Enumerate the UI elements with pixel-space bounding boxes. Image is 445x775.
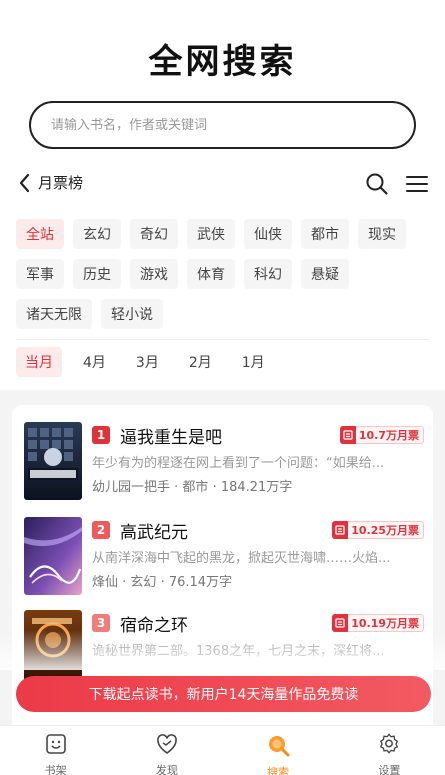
book-word-count: 76.14万字 <box>168 575 233 590</box>
search-icon[interactable] <box>365 172 389 196</box>
category-tag[interactable]: 现实 <box>358 219 406 249</box>
category-tag[interactable]: 体育 <box>187 259 235 289</box>
menu-icon[interactable] <box>405 172 429 196</box>
rank-badge: 2 <box>92 521 110 539</box>
bookshelf-icon <box>45 733 67 759</box>
back-button[interactable]: 月票榜 <box>18 172 83 193</box>
book-author: 烽仙 <box>92 575 119 590</box>
book-author: 幼儿园一把手 <box>92 480 171 495</box>
monthly-ticket-badge: 10.7万月票 <box>339 425 424 444</box>
book-description: 从南洋深海中飞起的黑龙，掀起灭世海啸……火焰... <box>92 551 391 566</box>
bottom-tab-bar: 书架 发现 搜索 设置 <box>0 725 445 775</box>
ticket-icon <box>332 520 349 539</box>
category-tag[interactable]: 科幻 <box>244 259 292 289</box>
tab-label: 发现 <box>155 764 178 775</box>
month-tab[interactable]: 当月 <box>16 347 62 377</box>
category-tag[interactable]: 奇幻 <box>130 219 178 249</box>
tab-settings[interactable]: 设置 <box>334 726 445 775</box>
book-description: 年少有为的程逐在网上看到了一个问题：“如果给... <box>92 456 385 471</box>
month-tab[interactable]: 3月 <box>127 347 168 377</box>
chevron-left-icon <box>19 173 30 192</box>
tab-discover[interactable]: 发现 <box>111 726 222 775</box>
book-title[interactable]: 高武纪元 <box>120 518 188 543</box>
tab-bookshelf[interactable]: 书架 <box>0 726 111 775</box>
book-item[interactable]: 1 逼我重生是吧 10.7万月票年少有为的程逐在网上看到了一个问题：“如果给... 幼… <box>24 422 424 506</box>
search-box[interactable] <box>29 101 416 149</box>
list-fade <box>0 630 445 670</box>
month-tab[interactable]: 1月 <box>233 347 274 377</box>
tab-label: 书架 <box>44 764 67 775</box>
nav-row: 月票榜 <box>0 170 445 202</box>
tab-label: 设置 <box>378 764 401 775</box>
month-tab[interactable]: 4月 <box>74 347 115 377</box>
monthly-ticket-badge: 10.25万月票 <box>332 520 424 539</box>
book-meta: 幼儿园一把手 · 都市 · 184.21万字 <box>92 480 293 495</box>
tab-search[interactable]: 搜索 <box>223 726 334 775</box>
ticket-count: 10.25万月票 <box>351 524 419 537</box>
category-tag[interactable]: 全站 <box>16 219 64 249</box>
book-word-count: 184.21万字 <box>220 480 293 495</box>
search-icon <box>266 733 290 761</box>
discover-icon <box>156 733 178 759</box>
book-item[interactable]: 2 高武纪元 10.25万月票从南洋深海中飞起的黑龙，掀起灭世海啸……火焰... 烽仙… <box>24 517 424 601</box>
category-tag[interactable]: 诸天无限 <box>16 299 92 329</box>
month-filter: 当月 4月 3月 2月 1月 <box>16 347 274 377</box>
ticket-icon <box>339 425 356 444</box>
book-meta: 烽仙 · 玄幻 · 76.14万字 <box>92 575 233 590</box>
category-tag[interactable]: 仙侠 <box>244 219 292 249</box>
category-tag[interactable]: 轻小说 <box>101 299 163 329</box>
page-title: 全网搜索 <box>148 42 297 82</box>
book-genre: 玄幻 <box>130 575 157 590</box>
search-input[interactable] <box>51 117 391 133</box>
category-tag[interactable]: 历史 <box>73 259 121 289</box>
rank-badge: 1 <box>92 426 110 444</box>
settings-icon <box>378 733 400 759</box>
tab-label: 搜索 <box>267 766 290 775</box>
ticket-count: 10.7万月票 <box>358 429 419 442</box>
month-tab[interactable]: 2月 <box>180 347 221 377</box>
category-tag[interactable]: 军事 <box>16 259 64 289</box>
ticket-icon <box>332 613 349 632</box>
book-cover[interactable] <box>24 422 82 500</box>
category-tag[interactable]: 武侠 <box>187 219 235 249</box>
category-tag[interactable]: 悬疑 <box>301 259 349 289</box>
category-tag[interactable]: 都市 <box>301 219 349 249</box>
ranking-label: 月票榜 <box>38 174 84 192</box>
ticket-count: 10.19万月票 <box>351 617 419 630</box>
category-tags: 全站 玄幻 奇幻 武侠 仙侠 都市 现实军事 历史 游戏 体育 科幻 悬疑诸天无限 轻小说 <box>16 219 431 329</box>
category-tag[interactable]: 游戏 <box>130 259 178 289</box>
divider <box>16 339 429 340</box>
category-tag[interactable]: 玄幻 <box>73 219 121 249</box>
download-banner-button[interactable]: 下载起点读书，新用户14天海量作品免费读 <box>16 676 431 712</box>
book-title[interactable]: 逼我重生是吧 <box>120 423 222 448</box>
book-cover[interactable] <box>24 517 82 595</box>
book-genre: 都市 <box>182 480 209 495</box>
